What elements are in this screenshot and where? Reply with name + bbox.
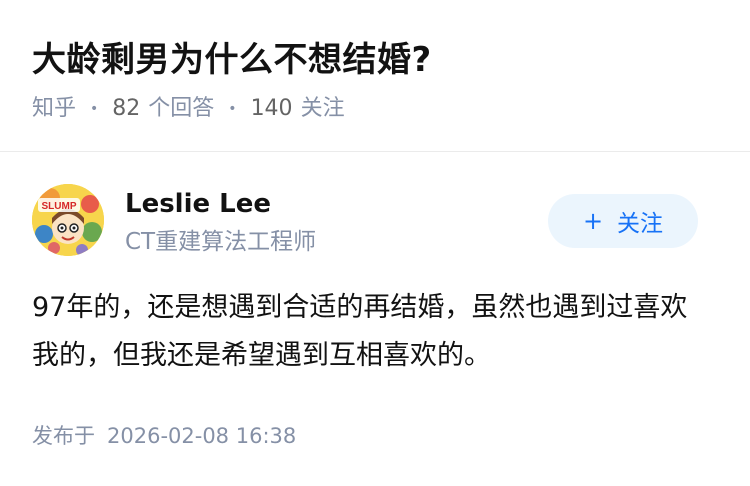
- answer-count: 82: [112, 96, 141, 121]
- answer-publish-time[interactable]: 发布于 2026-02-08 16:38: [32, 420, 296, 452]
- avatar-logo-text: SLUMP: [42, 201, 77, 212]
- author-name[interactable]: Leslie Lee: [125, 186, 271, 222]
- separator-dot: •: [90, 101, 99, 117]
- question-header: 大龄剩男为什么不想结婚? 知乎 • 82 个回答 • 140 关注: [0, 0, 750, 152]
- answer-count-label: 个回答: [148, 96, 215, 121]
- cartoon-avatar-icon: SLUMP: [32, 184, 104, 256]
- answer-content[interactable]: 97年的，还是想遇到合适的再结婚，虽然也遇到过喜欢我的，但我还是希望遇到互相喜欢…: [32, 284, 712, 380]
- author-info: SLUMP Leslie Lee CT重建算法工程师 + 关注: [32, 184, 718, 268]
- avatar[interactable]: SLUMP: [32, 184, 104, 256]
- follow-button-label: 关注: [617, 211, 664, 237]
- answer-page: 大龄剩男为什么不想结婚? 知乎 • 82 个回答 • 140 关注 SLUMP …: [0, 0, 750, 486]
- question-title[interactable]: 大龄剩男为什么不想结婚?: [32, 36, 432, 84]
- follower-count: 140: [250, 96, 293, 121]
- follower-count-label: 关注: [300, 96, 345, 121]
- published-label: 发布于: [32, 424, 95, 448]
- author-headline: CT重建算法工程师: [125, 229, 317, 255]
- separator-dot: •: [228, 101, 237, 117]
- published-date: 2026-02-08 16:38: [107, 424, 297, 448]
- question-meta: 知乎 • 82 个回答 • 140 关注: [32, 92, 345, 126]
- source-label[interactable]: 知乎: [32, 92, 76, 126]
- follow-button[interactable]: + 关注: [548, 194, 698, 248]
- plus-icon: +: [582, 207, 604, 235]
